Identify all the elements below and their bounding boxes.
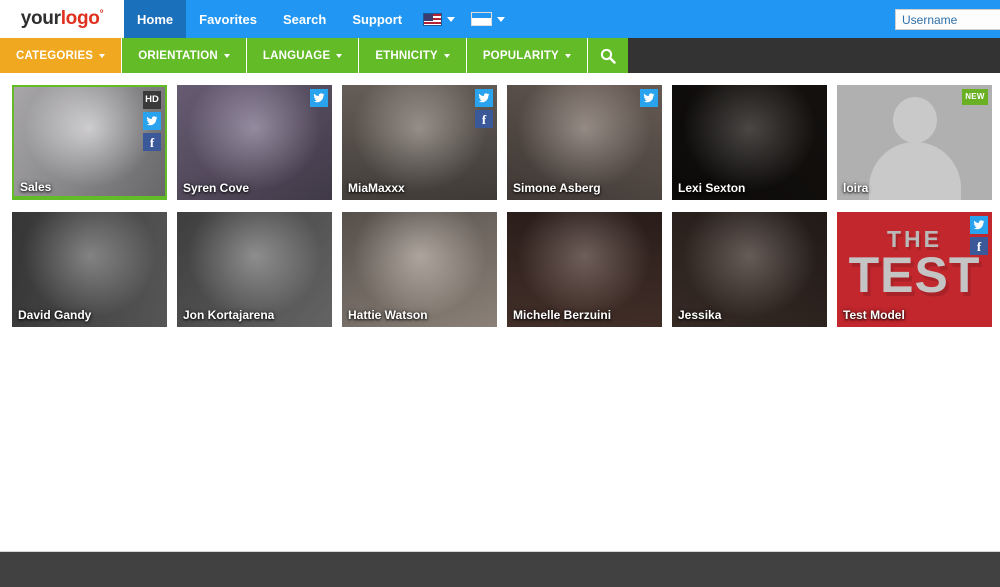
filter-ethnicity[interactable]: ETHNICITY [359, 38, 467, 73]
model-card[interactable]: Simone Asberg [507, 85, 662, 200]
chevron-down-icon [447, 16, 456, 22]
nav-item-support[interactable]: Support [339, 0, 415, 38]
model-card[interactable]: Syren Cove [177, 85, 332, 200]
model-name-label: Simone Asberg [513, 181, 601, 195]
nav-item-search[interactable]: Search [270, 0, 339, 38]
card-badge-group [310, 89, 328, 107]
facebook-icon[interactable]: f [143, 133, 161, 151]
site-logo[interactable]: yourlogo° [0, 0, 124, 38]
filter-categories-label: CATEGORIES [16, 49, 94, 62]
page-footer [0, 551, 1000, 587]
chevron-down-icon [497, 16, 506, 22]
model-card[interactable]: David Gandy [12, 212, 167, 327]
chevron-down-icon [443, 53, 450, 58]
card-badge-group: NEW [962, 89, 988, 105]
facebook-icon[interactable]: f [475, 110, 493, 128]
new-badge: NEW [962, 89, 988, 105]
language-selector[interactable] [415, 0, 463, 38]
model-card[interactable]: Jon Kortajarena [177, 212, 332, 327]
card-badge-group [640, 89, 658, 107]
model-name-label: Syren Cove [183, 181, 250, 195]
filter-categories[interactable]: CATEGORIES [0, 38, 123, 73]
logo-text: yourlogo° [21, 8, 104, 30]
model-grid-row: HD f Sales Syren Cove f MiaMaxxx Simone Asberg… [12, 85, 992, 200]
card-badge-group: f [970, 216, 988, 255]
nav-item-home[interactable]: Home [124, 0, 187, 38]
nav-item-favorites[interactable]: Favorites [186, 0, 270, 38]
chevron-down-icon [336, 53, 343, 58]
model-card[interactable]: f MiaMaxxx [342, 85, 497, 200]
model-card[interactable]: Lexi Sexton [672, 85, 827, 200]
model-card[interactable]: Jessika [672, 212, 827, 327]
model-name-label: loira [843, 181, 869, 195]
model-name-label: Hattie Watson [348, 308, 428, 322]
model-name-label: Test Model [843, 308, 905, 322]
logo-trademark-mark: ° [99, 8, 104, 20]
model-card[interactable]: THE TEST f Test Model [837, 212, 992, 327]
model-grid-row: David Gandy Jon Kortajarena Hattie Watson M… [12, 212, 992, 327]
model-card[interactable]: Michelle Berzuini [507, 212, 662, 327]
filter-orientation[interactable]: ORIENTATION [122, 38, 247, 73]
model-name-label: MiaMaxxx [348, 181, 405, 195]
model-name-label: Jessika [678, 308, 722, 322]
model-name-label: Michelle Berzuini [513, 308, 612, 322]
credit-card-icon [471, 12, 493, 26]
username-input[interactable] [895, 9, 1000, 30]
filter-popularity-label: POPULARITY [482, 49, 559, 62]
logo-part-your: your [20, 8, 61, 29]
test-card-line-2: TEST [848, 247, 981, 303]
filter-ethnicity-label: ETHNICITY [375, 49, 438, 62]
model-name-label: Jon Kortajarena [183, 308, 275, 322]
chevron-down-icon [99, 53, 106, 58]
model-card[interactable]: NEW loira [837, 85, 992, 200]
model-name-label: Lexi Sexton [678, 181, 746, 195]
facebook-icon[interactable]: f [970, 237, 988, 255]
us-flag-icon [423, 12, 443, 26]
hd-badge-icon: HD [143, 91, 161, 109]
twitter-icon[interactable] [475, 89, 493, 107]
chevron-down-icon [223, 53, 230, 58]
filter-language-label: LANGUAGE [262, 49, 331, 62]
filter-orientation-label: ORIENTATION [138, 49, 218, 62]
top-header-bar: yourlogo° Home Favorites Search Support [0, 0, 1000, 38]
filter-popularity[interactable]: POPULARITY [466, 38, 588, 73]
twitter-icon[interactable] [970, 216, 988, 234]
twitter-icon[interactable] [310, 89, 328, 107]
search-button[interactable] [587, 38, 628, 73]
model-name-label: Sales [20, 180, 52, 194]
category-filter-bar: CATEGORIES ORIENTATION LANGUAGE ETHNICIT… [0, 38, 1000, 73]
search-icon [600, 48, 616, 64]
logo-part-logo: logo [60, 8, 100, 29]
twitter-icon[interactable] [640, 89, 658, 107]
model-name-label: David Gandy [18, 308, 92, 322]
filter-language[interactable]: LANGUAGE [246, 38, 360, 73]
model-card[interactable]: Hattie Watson [342, 212, 497, 327]
card-badge-group: HD f [143, 91, 161, 151]
twitter-icon[interactable] [143, 112, 161, 130]
model-grid: HD f Sales Syren Cove f MiaMaxxx Simone Asberg… [0, 73, 1000, 351]
payment-method-selector[interactable] [463, 0, 513, 38]
username-field-wrapper [895, 9, 1000, 30]
main-navigation: Home Favorites Search Support [124, 0, 415, 38]
card-badge-group: f [475, 89, 493, 128]
model-card[interactable]: HD f Sales [12, 85, 167, 200]
chevron-down-icon [564, 53, 571, 58]
